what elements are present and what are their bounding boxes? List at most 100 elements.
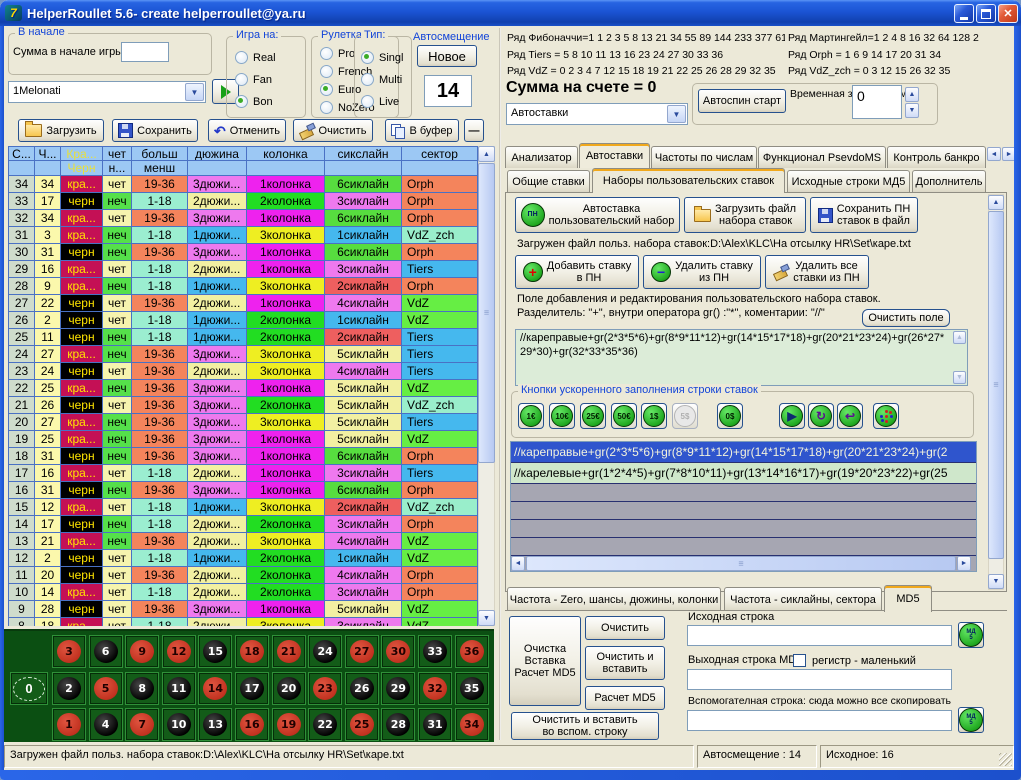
tab-dopolnitelno[interactable]: Дополнитель	[912, 170, 986, 192]
mode-combobox[interactable]: Автоставки ▼	[506, 103, 688, 125]
stake-set-empty-row[interactable]	[511, 502, 976, 520]
delay-input[interactable]: 0	[852, 85, 902, 119]
roulette-number-25[interactable]: 25	[345, 708, 379, 741]
list-scroll-left-icon[interactable]: ◄	[511, 556, 525, 571]
memo-scroll-up-icon[interactable]: ▲	[953, 331, 966, 344]
remove-all-stakes-button[interactable]: Удалить все ставки из ПН	[765, 255, 869, 289]
autoshift-new-button[interactable]: Новое	[417, 45, 477, 67]
maximize-button[interactable]	[976, 4, 996, 23]
chip-25eur-button[interactable]: 25€	[580, 403, 606, 429]
roulette-number-1[interactable]: 1	[52, 708, 86, 741]
chip-10eur-button[interactable]: 10€	[549, 403, 575, 429]
md5-calc-source-button[interactable]: МД 5	[958, 622, 984, 648]
roulette-number-31[interactable]: 31	[418, 708, 452, 741]
collapse-button[interactable]: —	[464, 119, 484, 142]
tab-funkcional-psevdoms[interactable]: Функционал PsevdoMS	[758, 146, 886, 168]
autospin-start-button[interactable]: Автоспин старт	[698, 89, 786, 113]
roulette-number-23[interactable]: 23	[308, 672, 342, 705]
save-button[interactable]: Сохранить	[112, 119, 198, 142]
roulette-number-17[interactable]: 17	[235, 672, 269, 705]
wheel-button[interactable]	[873, 403, 899, 429]
roulette-number-28[interactable]: 28	[381, 708, 415, 741]
md5-output-input[interactable]	[687, 669, 952, 690]
load-button[interactable]: Загрузить	[18, 119, 104, 142]
stake-set-row[interactable]: //карелевые+gr(1*2*4*5)+gr(7*8*10*11)+gr…	[511, 463, 976, 484]
chip-0usd-button[interactable]: 0$	[717, 403, 743, 429]
tab-autostavki[interactable]: Автоставки	[579, 143, 650, 168]
roulette-number-10[interactable]: 10	[162, 708, 196, 741]
scroll-up-icon[interactable]: ▲	[478, 146, 495, 162]
roulette-number-35[interactable]: 35	[455, 672, 489, 705]
md5-calc-aux-button[interactable]: МД 5	[958, 707, 984, 733]
save-set-file-button[interactable]: Сохранить ПН ставок в файл	[810, 197, 918, 233]
autostake-user-set-button[interactable]: ПН Автоставка пользовательский набор	[515, 197, 680, 233]
roulette-number-6[interactable]: 6	[89, 635, 123, 668]
roulette-number-32[interactable]: 32	[418, 672, 452, 705]
memo-scroll-down-icon[interactable]: ▼	[953, 371, 966, 384]
title-bar[interactable]: 7 HelperRoullet 5.6- create helperroulle…	[0, 0, 1021, 26]
roulette-number-0[interactable]: 0	[10, 672, 48, 705]
roulette-number-20[interactable]: 20	[272, 672, 306, 705]
undo-button[interactable]: ↶Отменить	[208, 119, 286, 142]
tab-ishodnye-stroki-md5[interactable]: Исходные строки МД5	[787, 170, 910, 192]
roulette-number-24[interactable]: 24	[308, 635, 342, 668]
roulette-number-27[interactable]: 27	[345, 635, 379, 668]
radio-real[interactable]: Real	[235, 51, 276, 64]
roulette-number-36[interactable]: 36	[455, 635, 489, 668]
md5-aux-input[interactable]	[687, 710, 952, 731]
tab-obshchie-stavki[interactable]: Общие ставки	[507, 170, 590, 192]
roulette-number-22[interactable]: 22	[308, 708, 342, 741]
radio-multi[interactable]: Multi	[361, 73, 402, 86]
roulette-number-8[interactable]: 8	[125, 672, 159, 705]
roulette-number-18[interactable]: 18	[235, 635, 269, 668]
roulette-number-21[interactable]: 21	[272, 635, 306, 668]
roulette-number-11[interactable]: 11	[162, 672, 196, 705]
tab-chastoty-po-chislam[interactable]: Частоты по числам	[651, 146, 757, 168]
roulette-number-15[interactable]: 15	[198, 635, 232, 668]
stake-set-row[interactable]: //кареправые+gr(2*3*5*6)+gr(8*9*11*12)+g…	[511, 442, 976, 463]
roulette-number-29[interactable]: 29	[381, 672, 415, 705]
tab-kontrol-bankrolla[interactable]: Контроль банкро	[887, 146, 986, 168]
list-scrollbar-thumb[interactable]	[526, 556, 956, 571]
roulette-number-9[interactable]: 9	[125, 635, 159, 668]
roulette-number-2[interactable]: 2	[52, 672, 86, 705]
roulette-number-5[interactable]: 5	[89, 672, 123, 705]
roulette-number-34[interactable]: 34	[455, 708, 489, 741]
radio-fan[interactable]: Fan	[235, 73, 272, 86]
clear-field-button[interactable]: Очистить поле	[862, 309, 950, 327]
roulette-number-26[interactable]: 26	[345, 672, 379, 705]
scroll-down-icon[interactable]: ▼	[478, 610, 495, 626]
stake-set-empty-row[interactable]	[511, 538, 976, 556]
radio-singl[interactable]: Singl	[361, 51, 403, 64]
stake-set-empty-row[interactable]	[511, 484, 976, 502]
tab-nabory-polzovatelskih-stavok[interactable]: Наборы пользовательских ставок	[592, 168, 785, 193]
roulette-number-16[interactable]: 16	[235, 708, 269, 741]
close-button[interactable]: ✕	[998, 4, 1018, 23]
stake-sets-list[interactable]: //кареправые+gr(2*3*5*6)+gr(8*9*11*12)+g…	[510, 441, 977, 572]
tab-chastota-zero[interactable]: Частота - Zero, шансы, дюжины, колонки	[507, 587, 721, 611]
chip-1usd-button[interactable]: 1$	[641, 403, 667, 429]
md5-source-input[interactable]	[687, 625, 952, 646]
roulette-number-3[interactable]: 3	[52, 635, 86, 668]
tab-md5[interactable]: MD5	[884, 585, 932, 612]
add-stake-button[interactable]: + Добавить ставку в ПН	[515, 255, 639, 289]
roulette-number-12[interactable]: 12	[162, 635, 196, 668]
roulette-number-7[interactable]: 7	[125, 708, 159, 741]
spinner-down-icon[interactable]: ▼	[905, 103, 919, 118]
roulette-number-14[interactable]: 14	[198, 672, 232, 705]
roulette-number-30[interactable]: 30	[381, 635, 415, 668]
stake-set-empty-row[interactable]	[511, 520, 976, 538]
roulette-number-19[interactable]: 19	[272, 708, 306, 741]
md5-clear-button[interactable]: Очистить	[585, 616, 665, 640]
minimize-button[interactable]	[954, 4, 974, 23]
radio-bon[interactable]: Bon	[235, 95, 273, 108]
roulette-number-33[interactable]: 33	[418, 635, 452, 668]
tab-chastota-siklajny[interactable]: Частота - сиклайны, сектора	[724, 587, 882, 611]
chip-50eur-button[interactable]: 50€	[611, 403, 637, 429]
recycle-button[interactable]: ↻	[808, 403, 834, 429]
spinner-up-icon[interactable]: ▲	[905, 87, 919, 102]
panel-scrollbar-thumb[interactable]	[988, 211, 1004, 559]
back-button[interactable]: ↩	[837, 403, 863, 429]
roulette-number-13[interactable]: 13	[198, 708, 232, 741]
panel-scroll-up-icon[interactable]: ▲	[988, 195, 1004, 210]
